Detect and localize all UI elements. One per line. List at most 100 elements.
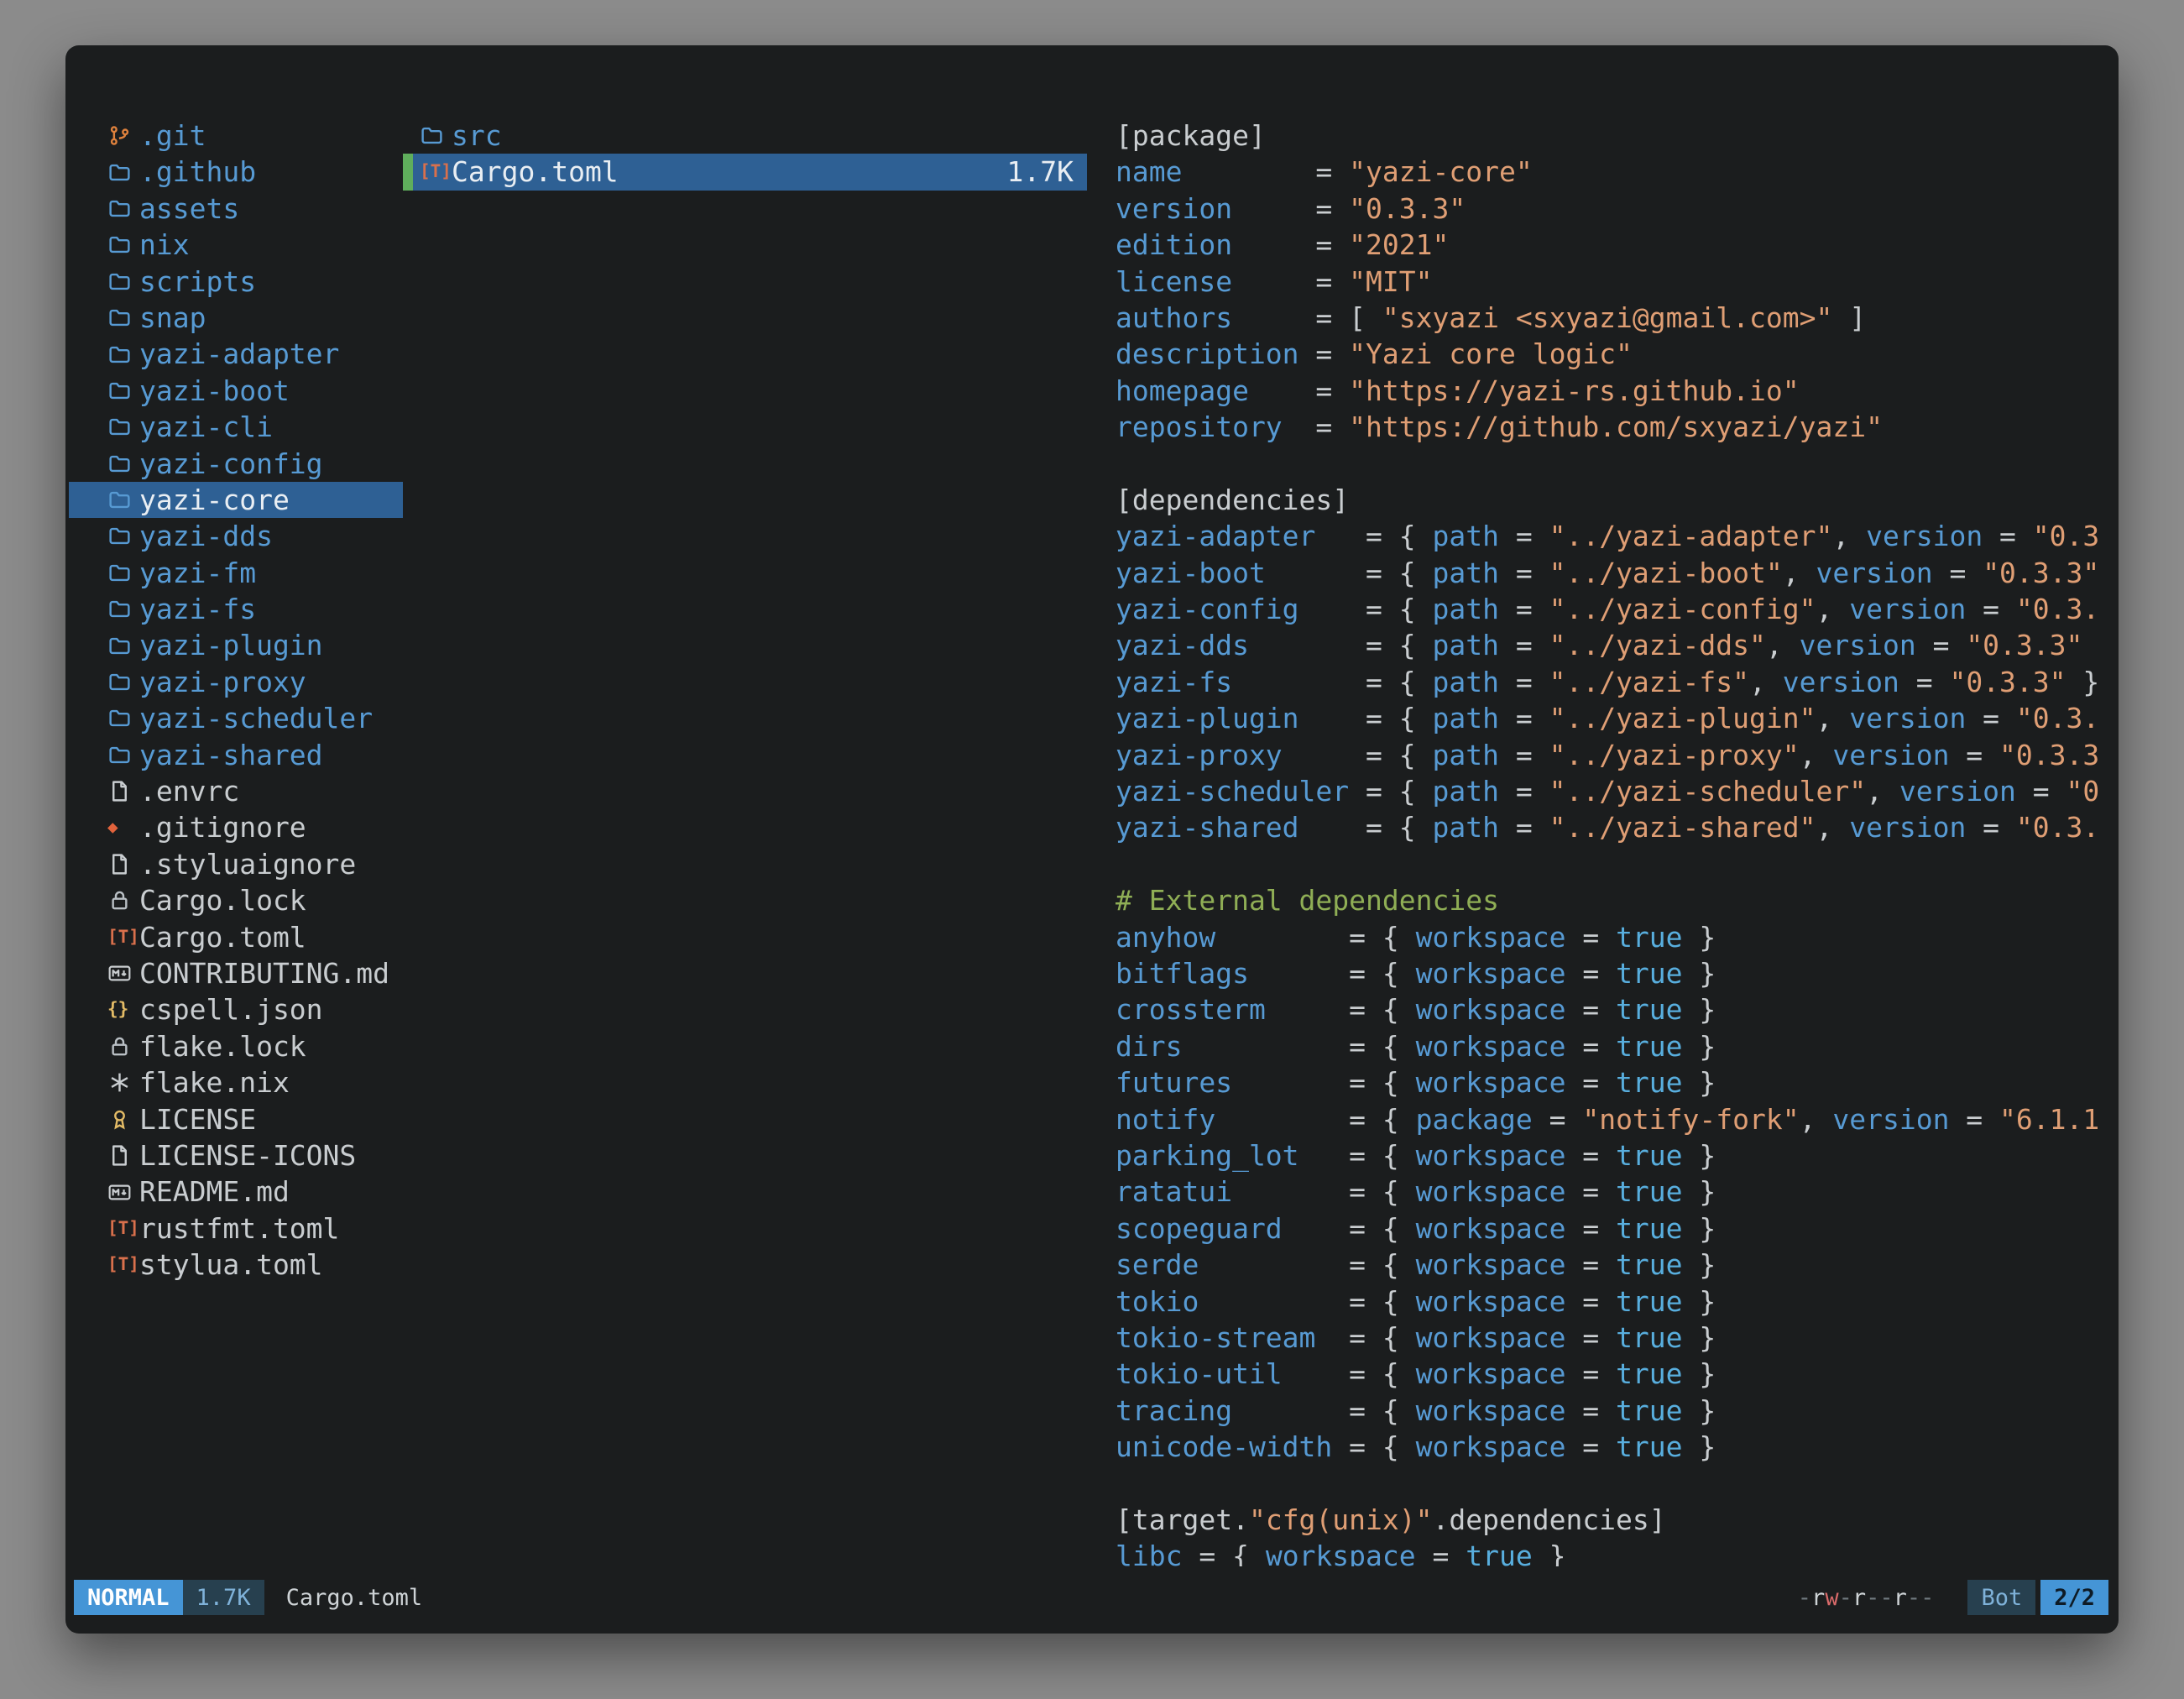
file-row[interactable]: README.md [69,1174,403,1210]
file-row[interactable]: yazi-plugin [69,627,403,663]
file-row[interactable]: [T]stylua.toml [69,1247,403,1283]
mode-indicator: NORMAL [74,1580,183,1615]
file-counter-badge: 2/2 [2040,1580,2108,1615]
preview-line: futures = { workspace = true } [1116,1064,2105,1100]
file-row[interactable]: nix [69,227,403,263]
file-row[interactable]: .envrc [69,773,403,809]
folder-icon [107,670,139,694]
file-name: yazi-config [139,446,323,482]
file-name: assets [139,191,239,227]
preview-line: tokio-stream = { workspace = true } [1116,1320,2105,1356]
file-row[interactable]: yazi-shared [69,737,403,773]
file-row[interactable]: scripts [69,264,403,300]
file-row[interactable]: [T]Cargo.toml [69,919,403,955]
file-name: yazi-core [139,482,290,518]
file-name: rustfmt.toml [139,1210,339,1247]
file-icon [107,1143,139,1168]
folder-icon [107,524,139,548]
current-pane[interactable]: src[T]Cargo.toml1.7K [403,118,1087,1566]
preview-line: scopeguard = { workspace = true } [1116,1210,2105,1247]
folder-icon [107,415,139,439]
file-row[interactable]: .git [69,118,403,154]
preview-line: yazi-proxy = { path = "../yazi-proxy", v… [1116,737,2105,773]
file-row[interactable]: flake.nix [69,1064,403,1100]
file-name: Cargo.toml [139,919,306,955]
status-filename: Cargo.toml [286,1585,423,1611]
preview-line: [target."cfg(unix)".dependencies] [1116,1502,2105,1538]
preview-line: dirs = { workspace = true } [1116,1028,2105,1064]
file-name: snap [139,300,206,336]
preview-line: yazi-fs = { path = "../yazi-fs", version… [1116,664,2105,700]
file-row[interactable]: yazi-scheduler [69,700,403,736]
file-name: .envrc [139,773,239,809]
file-row[interactable]: yazi-dds [69,518,403,554]
preview-line: [package] [1116,118,2105,154]
file-row[interactable]: yazi-config [69,446,403,482]
preview-line: repository = "https://github.com/sxyazi/… [1116,409,2105,445]
file-permissions: -rw-r--r-- [1798,1585,1935,1611]
lock-icon [107,888,139,912]
preview-line: unicode-width = { workspace = true } [1116,1429,2105,1465]
file-name: scripts [139,264,256,300]
file-name: Cargo.lock [139,882,306,918]
file-row[interactable]: ◆.gitignore [69,809,403,845]
file-name: yazi-adapter [139,336,339,372]
preview-line [1116,446,2105,482]
file-name: yazi-boot [139,373,290,409]
yazi-file-manager-window: .git.githubassetsnixscriptssnapyazi-adap… [65,45,2119,1634]
preview-line: yazi-shared = { path = "../yazi-shared",… [1116,809,2105,845]
file-row[interactable]: LICENSE [69,1101,403,1137]
file-row[interactable]: snap [69,300,403,336]
file-name: yazi-plugin [139,627,323,663]
file-row[interactable]: assets [69,191,403,227]
file-name: yazi-fs [139,591,256,627]
file-name: LICENSE-ICONS [139,1137,356,1174]
file-icon [107,852,139,876]
file-row[interactable]: LICENSE-ICONS [69,1137,403,1174]
folder-icon [107,379,139,403]
file-row[interactable]: {}cspell.json [69,991,403,1027]
file-row[interactable]: yazi-fs [69,591,403,627]
folder-icon [107,597,139,621]
file-row[interactable]: Cargo.lock [69,882,403,918]
file-row[interactable]: flake.lock [69,1028,403,1064]
file-row[interactable]: yazi-boot [69,373,403,409]
preview-line: notify = { package = "notify-fork", vers… [1116,1101,2105,1137]
file-name: yazi-shared [139,737,323,773]
file-name: CONTRIBUTING.md [139,955,389,991]
file-row[interactable]: [T]Cargo.toml1.7K [403,154,1087,190]
file-row[interactable]: src [403,118,1087,154]
toml-icon: [T] [107,919,139,955]
file-name: nix [139,227,190,263]
file-row[interactable]: yazi-cli [69,409,403,445]
folder-icon [107,634,139,658]
preview-line: anyhow = { workspace = true } [1116,919,2105,955]
folder-icon [107,306,139,330]
preview-line: tokio-util = { workspace = true } [1116,1356,2105,1392]
folder-icon [107,342,139,367]
file-row[interactable]: yazi-adapter [69,336,403,372]
folder-icon [420,123,452,148]
preview-line: yazi-plugin = { path = "../yazi-plugin",… [1116,700,2105,736]
preview-line: libc = { workspace = true } [1116,1538,2105,1566]
file-name: stylua.toml [139,1247,323,1283]
file-row[interactable]: .styluaignore [69,846,403,882]
parent-pane[interactable]: .git.githubassetsnixscriptssnapyazi-adap… [69,118,403,1566]
file-row[interactable]: yazi-proxy [69,664,403,700]
file-row[interactable]: yazi-fm [69,555,403,591]
file-name: cspell.json [139,991,323,1027]
preview-pane[interactable]: [package]name = "yazi-core"version = "0.… [1116,118,2105,1566]
preview-line: # External dependencies [1116,882,2105,918]
preview-line [1116,1465,2105,1501]
file-name: yazi-proxy [139,664,306,700]
file-size-badge: 1.7K [183,1580,264,1615]
file-row[interactable]: yazi-core [69,482,403,518]
file-row[interactable]: [T]rustfmt.toml [69,1210,403,1247]
file-row[interactable]: CONTRIBUTING.md [69,955,403,991]
preview-line: yazi-dds = { path = "../yazi-dds", versi… [1116,627,2105,663]
folder-icon [107,452,139,476]
cursor-marker [403,118,413,154]
status-bar: NORMAL 1.7K Cargo.toml -rw-r--r-- Bot 2/… [74,1580,2108,1615]
preview-line: yazi-boot = { path = "../yazi-boot", ver… [1116,555,2105,591]
file-row[interactable]: .github [69,154,403,190]
